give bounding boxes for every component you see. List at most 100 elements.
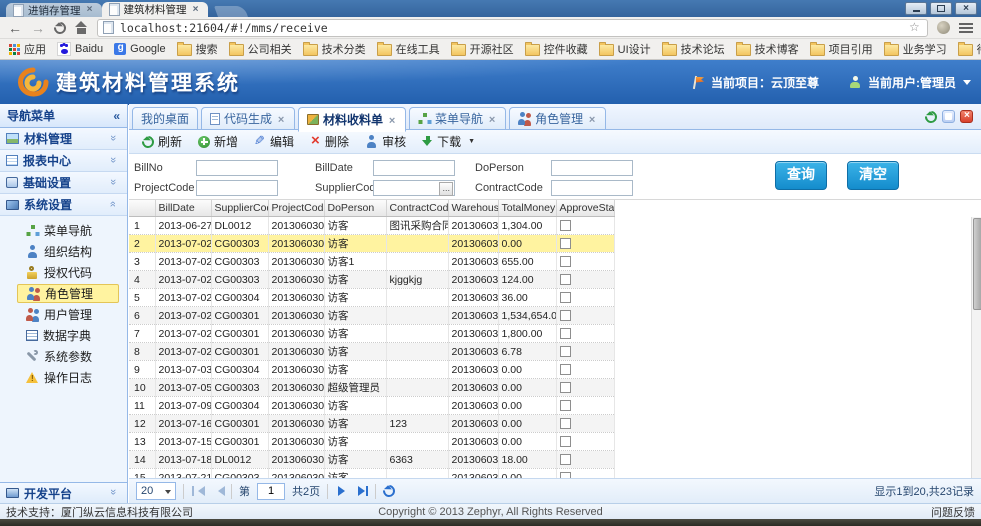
toolbar-button[interactable]: 审核 (357, 132, 414, 152)
sidebar-menu-item[interactable]: 系统参数 (17, 347, 119, 366)
current-user-label[interactable]: 当前用户:管理员 (868, 74, 956, 91)
chevron-down-icon[interactable] (963, 80, 971, 89)
column-header[interactable]: ContractCode (386, 200, 448, 217)
column-header[interactable]: ApproveStatus (556, 200, 614, 217)
toolbar-button[interactable]: 下载 (414, 132, 483, 152)
address-bar[interactable]: localhost:21604/#!/mms/receive (97, 19, 928, 37)
sidebar-menu-item[interactable]: 用户管理 (17, 305, 119, 324)
prev-page-button[interactable] (211, 485, 224, 497)
supplier-picker-button[interactable]: ... (439, 182, 453, 196)
contractcode-input[interactable] (551, 180, 633, 196)
sidebar-section[interactable]: 基础设置 (0, 172, 127, 194)
current-project-label[interactable]: 当前项目：云顶至尊 (711, 74, 819, 91)
table-row[interactable]: 6 2013-07-02 CG00301 2013060300 访客 20130… (129, 307, 614, 325)
bookmark-item[interactable]: 公司相关 (229, 41, 292, 57)
table-row[interactable]: 3 2013-07-02 CG00303 2013060300 访客1 2013… (129, 253, 614, 271)
approve-checkbox[interactable] (560, 238, 571, 249)
table-row[interactable]: 5 2013-07-02 CG00304 2013060300 访客 20130… (129, 289, 614, 307)
billno-input[interactable] (196, 160, 278, 176)
approve-checkbox[interactable] (560, 364, 571, 375)
first-page-button[interactable] (191, 485, 204, 497)
table-row[interactable]: 15 2013-07-21 CG00303 2013060300 访客 2013… (129, 469, 614, 479)
tab-close-icon[interactable] (387, 113, 397, 127)
bookmark-item[interactable]: Baidu (57, 42, 103, 56)
table-row[interactable]: 13 2013-07-15 CG00301 2013060300 访客 2013… (129, 433, 614, 451)
new-tab-button[interactable] (213, 6, 247, 17)
workspace-tab[interactable]: 材料收料单 (298, 107, 406, 132)
sidebar-menu-item[interactable]: 操作日志 (17, 368, 119, 387)
approve-checkbox[interactable] (560, 400, 571, 411)
approve-checkbox[interactable] (560, 256, 571, 267)
maximize-panel-icon[interactable] (942, 110, 955, 123)
table-row[interactable]: 9 2013-07-03 CG00304 2013060300 访客 20130… (129, 361, 614, 379)
bookmark-item[interactable]: 搜索 (177, 41, 218, 57)
back-icon[interactable]: ← (8, 21, 22, 35)
browser-menu-icon[interactable] (959, 23, 973, 33)
feedback-link[interactable]: 问题反馈 (931, 504, 981, 520)
tab-close-icon[interactable] (587, 112, 597, 126)
bookmark-item[interactable]: 技术分类 (303, 41, 366, 57)
scrollbar-thumb[interactable] (973, 218, 981, 310)
refresh-tab-icon[interactable] (923, 108, 940, 125)
approve-checkbox[interactable] (560, 418, 571, 429)
clear-button[interactable]: 清空 (847, 161, 899, 190)
tab-close-icon[interactable] (191, 5, 201, 15)
url-text[interactable]: localhost:21604/#!/mms/receive (120, 21, 903, 35)
approve-checkbox[interactable] (560, 220, 571, 231)
sidebar-menu-item[interactable]: 组织结构 (17, 242, 119, 261)
bookmark-item[interactable]: 待读 (958, 41, 981, 57)
browser-tab-active[interactable]: 建筑材料管理 (102, 2, 208, 17)
toolbar-button[interactable]: 刷新 (134, 132, 190, 152)
approve-checkbox[interactable] (560, 436, 571, 447)
approve-checkbox[interactable] (560, 454, 571, 465)
sidebar-menu-item[interactable]: 角色管理 (17, 284, 119, 303)
billdate-input[interactable] (373, 160, 455, 176)
bookmark-item[interactable]: 业务学习 (884, 41, 947, 57)
approve-checkbox[interactable] (560, 382, 571, 393)
bookmark-item[interactable]: 技术论坛 (662, 41, 725, 57)
bookmark-item[interactable]: 应用 (8, 41, 46, 57)
toolbar-button[interactable]: 新增 (190, 132, 246, 152)
sidebar-bottom-section[interactable]: 开发平台 (0, 482, 127, 503)
table-row[interactable]: 7 2013-07-02 CG00301 2013060300 访客 20130… (129, 325, 614, 343)
sidebar-menu-item[interactable]: 授权代码 (17, 263, 119, 282)
bookmark-star-icon[interactable] (909, 21, 922, 34)
sidebar-section[interactable]: 报表中心 (0, 150, 127, 172)
collapse-sidebar-icon[interactable] (113, 109, 120, 123)
bookmark-item[interactable]: 在线工具 (377, 41, 440, 57)
approve-checkbox[interactable] (560, 328, 571, 339)
approve-checkbox[interactable] (560, 274, 571, 285)
home-icon[interactable] (75, 22, 88, 34)
last-page-button[interactable] (355, 485, 368, 497)
bookmark-item[interactable]: UI设计 (599, 41, 651, 57)
bookmark-item[interactable]: Google (114, 43, 165, 55)
toolbar-button[interactable]: 删除 (302, 132, 357, 152)
sidebar-section-expanded[interactable]: 系统设置 (0, 194, 127, 216)
table-row[interactable]: 12 2013-07-16 CG00301 2013060300 访客 123 … (129, 415, 614, 433)
tab-close-icon[interactable] (276, 112, 286, 126)
column-header[interactable]: WarehouseCode (448, 200, 498, 217)
approve-checkbox[interactable] (560, 292, 571, 303)
reload-icon[interactable] (52, 19, 69, 36)
bookmark-item[interactable]: 项目引用 (810, 41, 873, 57)
close-tab-icon[interactable] (960, 110, 973, 123)
bookmark-item[interactable]: 技术博客 (736, 41, 799, 57)
projectcode-input[interactable] (196, 180, 278, 196)
extension-icon[interactable] (937, 21, 950, 34)
table-row[interactable]: 4 2013-07-02 CG00303 2013060300 访客 kjggk… (129, 271, 614, 289)
browser-tab[interactable]: 进销存管理 (6, 3, 102, 17)
table-row[interactable]: 1 2013-06-27 DL0012 2013060300 访客 图讯采购合同… (129, 217, 614, 235)
workspace-tab[interactable]: 代码生成 (201, 107, 295, 130)
vertical-scrollbar[interactable] (971, 217, 981, 478)
workspace-tab[interactable]: 我的桌面 (132, 107, 198, 130)
sidebar-section[interactable]: 材料管理 (0, 128, 127, 150)
column-header[interactable]: TotalMoney (498, 200, 556, 217)
approve-checkbox[interactable] (560, 346, 571, 357)
refresh-grid-icon[interactable] (381, 483, 398, 500)
workspace-tab[interactable]: 角色管理 (509, 107, 606, 130)
column-header[interactable]: BillDate (155, 200, 211, 217)
table-row[interactable]: 10 2013-07-05 CG00303 2013060300 超级管理员 2… (129, 379, 614, 397)
workspace-tab[interactable]: 菜单导航 (409, 107, 506, 130)
bookmark-item[interactable]: 控件收藏 (525, 41, 588, 57)
restore-button[interactable] (930, 2, 952, 15)
